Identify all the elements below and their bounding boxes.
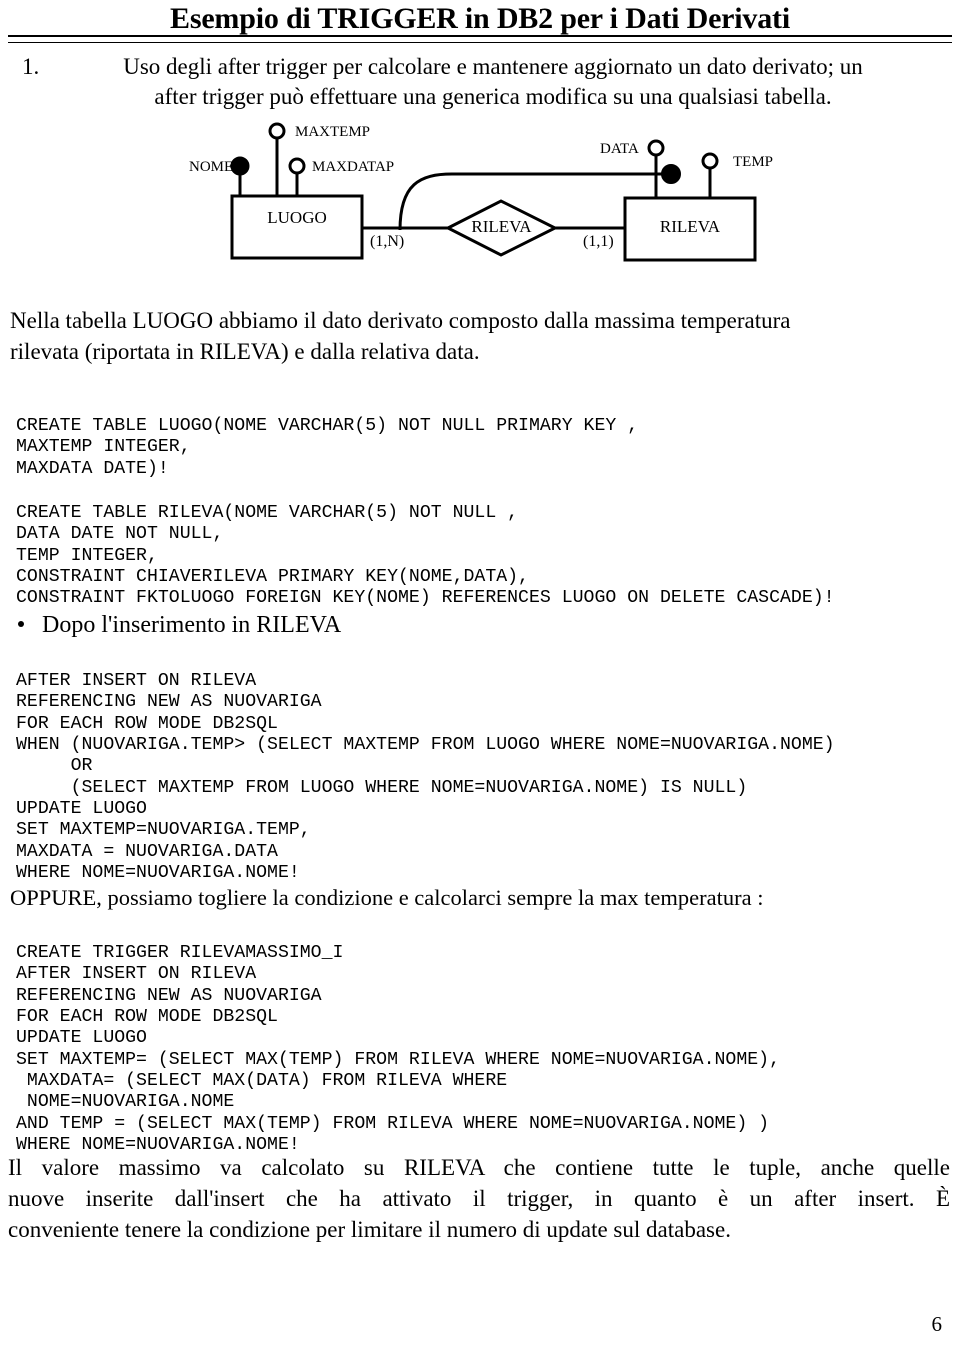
code-block-trigger-condizionale: AFTER INSERT ON RILEVA REFERENCING NEW A…	[16, 671, 835, 883]
paragraph-conclusione-line-2: nuove inserite dall'insert che ha attiva…	[8, 1186, 950, 1211]
code-block-create-table-luogo: CREATE TABLE LUOGO(NOME VARCHAR(5) NOT N…	[16, 416, 639, 479]
attribute-circle-nome-key	[230, 156, 250, 176]
er-relationship-label-rileva: RILEVA	[471, 217, 532, 236]
title-divider	[8, 35, 952, 43]
er-diagram: NOME MAXTEMP MAXDATAP DATA TEMP LUOGO RI…	[0, 112, 960, 282]
er-entity-label-rileva: RILEVA	[659, 217, 721, 236]
intro-line-1: Uso degli after trigger per calcolare e …	[123, 54, 863, 79]
intro-line-2: after trigger può effettuare una generic…	[154, 84, 832, 109]
attribute-circle-data-key	[661, 164, 681, 184]
er-attribute-label-maxtemp: MAXTEMP	[295, 124, 371, 140]
attribute-circle-data	[647, 139, 665, 157]
attribute-circle-maxdatap	[288, 157, 306, 175]
code-block-create-table-rileva: CREATE TABLE RILEVA(NOME VARCHAR(5) NOT …	[16, 503, 835, 609]
bullet-heading-label: Dopo l'inserimento in RILEVA	[42, 612, 342, 638]
attribute-circle-temp	[701, 152, 719, 170]
attribute-circle-maxtemp	[268, 122, 286, 140]
er-attribute-label-nome: NOME	[189, 159, 234, 175]
er-attribute-label-maxdatap: MAXDATAP	[312, 159, 395, 175]
intro-text: Uso degli after trigger per calcolare e …	[52, 52, 934, 112]
intro-list-number: 1.	[22, 54, 40, 79]
paragraph-conclusione: Il valore massimo va calcolato su RILEVA…	[8, 1152, 950, 1245]
bullet-dot-icon	[18, 621, 24, 628]
er-attribute-label-temp: TEMP	[733, 154, 774, 170]
intro-list-item: 1. Uso degli after trigger per calcolare…	[22, 52, 934, 112]
paragraph-conclusione-line-3: conveniente tenere la condizione per lim…	[8, 1217, 731, 1242]
er-attribute-label-data: DATA	[600, 141, 639, 157]
paragraph-dato-derivato: Nella tabella LUOGO abbiamo il dato deri…	[10, 305, 946, 367]
er-diagram-svg	[230, 122, 757, 262]
bullet-heading-dopo-inserimento: Dopo l'inserimento in RILEVA	[10, 610, 341, 640]
page-number: 6	[931, 1312, 943, 1336]
er-entity-label-luogo: LUOGO	[267, 208, 327, 227]
paragraph-dato-derivato-line-1: Nella tabella LUOGO abbiamo il dato deri…	[10, 308, 791, 333]
er-cardinality-1n: (1,N)	[370, 233, 405, 250]
paragraph-conclusione-line-1: Il valore massimo va calcolato su RILEVA…	[8, 1155, 950, 1180]
code-block-trigger-massimo: CREATE TRIGGER RILEVAMASSIMO_I AFTER INS…	[16, 943, 780, 1155]
page-title: Esempio di TRIGGER in DB2 per i Dati Der…	[170, 2, 790, 35]
paragraph-dato-derivato-line-2: rilevata (riportata in RILEVA) e dalla r…	[10, 339, 480, 364]
document-page: Esempio di TRIGGER in DB2 per i Dati Der…	[0, 0, 960, 1355]
er-cardinality-11: (1,1)	[583, 233, 614, 250]
paragraph-oppure: OPPURE, possiamo togliere la condizione …	[10, 885, 764, 910]
